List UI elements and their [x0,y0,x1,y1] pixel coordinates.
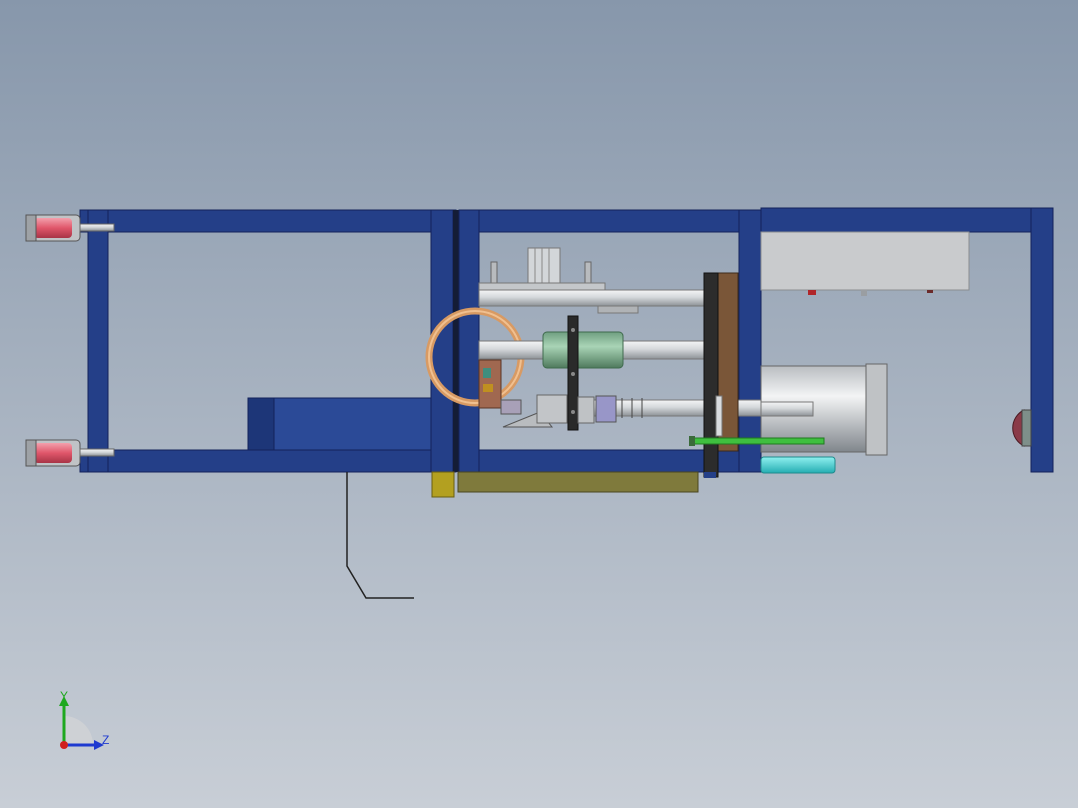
mounting-plate [703,272,739,478]
control-box [760,231,970,296]
y-axis-label: Y [60,689,68,703]
green-rod [689,436,825,446]
view-triad[interactable]: Y Z [59,689,109,750]
cyan-rod [760,456,836,474]
drive-motor-block [247,397,432,451]
x-axis-dot [60,741,68,749]
assembly-drawing: Y Z [25,207,1054,750]
top-cylinder [478,247,606,291]
cable-wire [346,472,414,599]
base-plate [431,471,716,498]
cad-viewport[interactable]: Y Z [0,0,1078,808]
right-knob [1012,409,1032,447]
z-axis-label: Z [102,733,109,747]
